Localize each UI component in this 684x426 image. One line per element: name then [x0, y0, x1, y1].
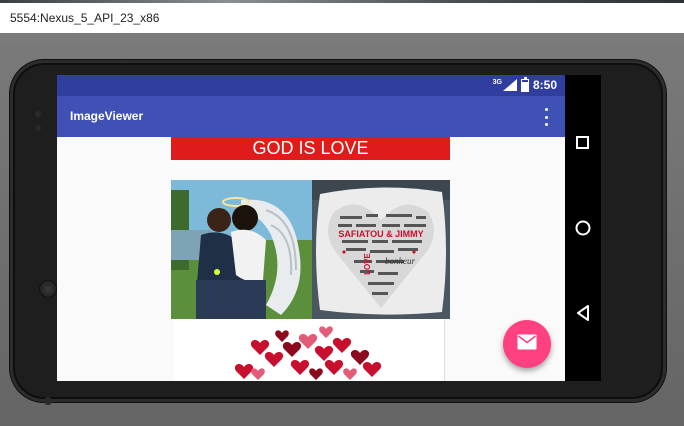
- more-vert-icon[interactable]: [541, 108, 551, 126]
- email-icon: [517, 334, 537, 355]
- app-title: ImageViewer: [70, 109, 144, 123]
- status-bar: 3G 8:50: [57, 75, 565, 96]
- triangle-back-icon[interactable]: [573, 303, 593, 323]
- app-bar: ImageViewer: [57, 96, 565, 137]
- pillow-caption: SAFIATOU & JIMMY: [338, 229, 423, 239]
- red-hearts-image[interactable]: [174, 319, 445, 381]
- circle-icon[interactable]: [573, 218, 593, 238]
- window-title: 5554:Nexus_5_API_23_x86: [10, 11, 160, 25]
- network-type: 3G: [492, 78, 502, 86]
- square-icon[interactable]: [573, 133, 593, 153]
- content-area: GOD IS LOVE SAFIATOU & JIMMY bonheur LOV…: [57, 137, 565, 381]
- device-screen: 3G 8:50 ImageViewer GOD IS LOVE SAFIATOU…: [57, 75, 565, 381]
- status-icons: 3G 8:50: [492, 76, 557, 92]
- speaker-dot: [35, 125, 41, 131]
- proximity-sensor: [44, 397, 52, 405]
- svg-text:LOVE: LOVE: [363, 252, 372, 274]
- email-fab-button[interactable]: [503, 320, 551, 368]
- navigation-bar: [565, 75, 601, 381]
- emulator-title-bar: 5554:Nexus_5_API_23_x86: [0, 3, 684, 33]
- couple-angel-image[interactable]: [171, 180, 312, 319]
- banner-title: GOD IS LOVE: [171, 137, 450, 160]
- speaker-dot: [35, 111, 41, 117]
- svg-text:bonheur: bonheur: [385, 256, 415, 266]
- status-time: 8:50: [532, 78, 557, 92]
- signal-icon: [502, 79, 517, 91]
- heart-pillow-image[interactable]: SAFIATOU & JIMMY bonheur LOVE: [312, 180, 450, 319]
- battery-icon: [520, 76, 529, 92]
- front-camera: [39, 280, 57, 298]
